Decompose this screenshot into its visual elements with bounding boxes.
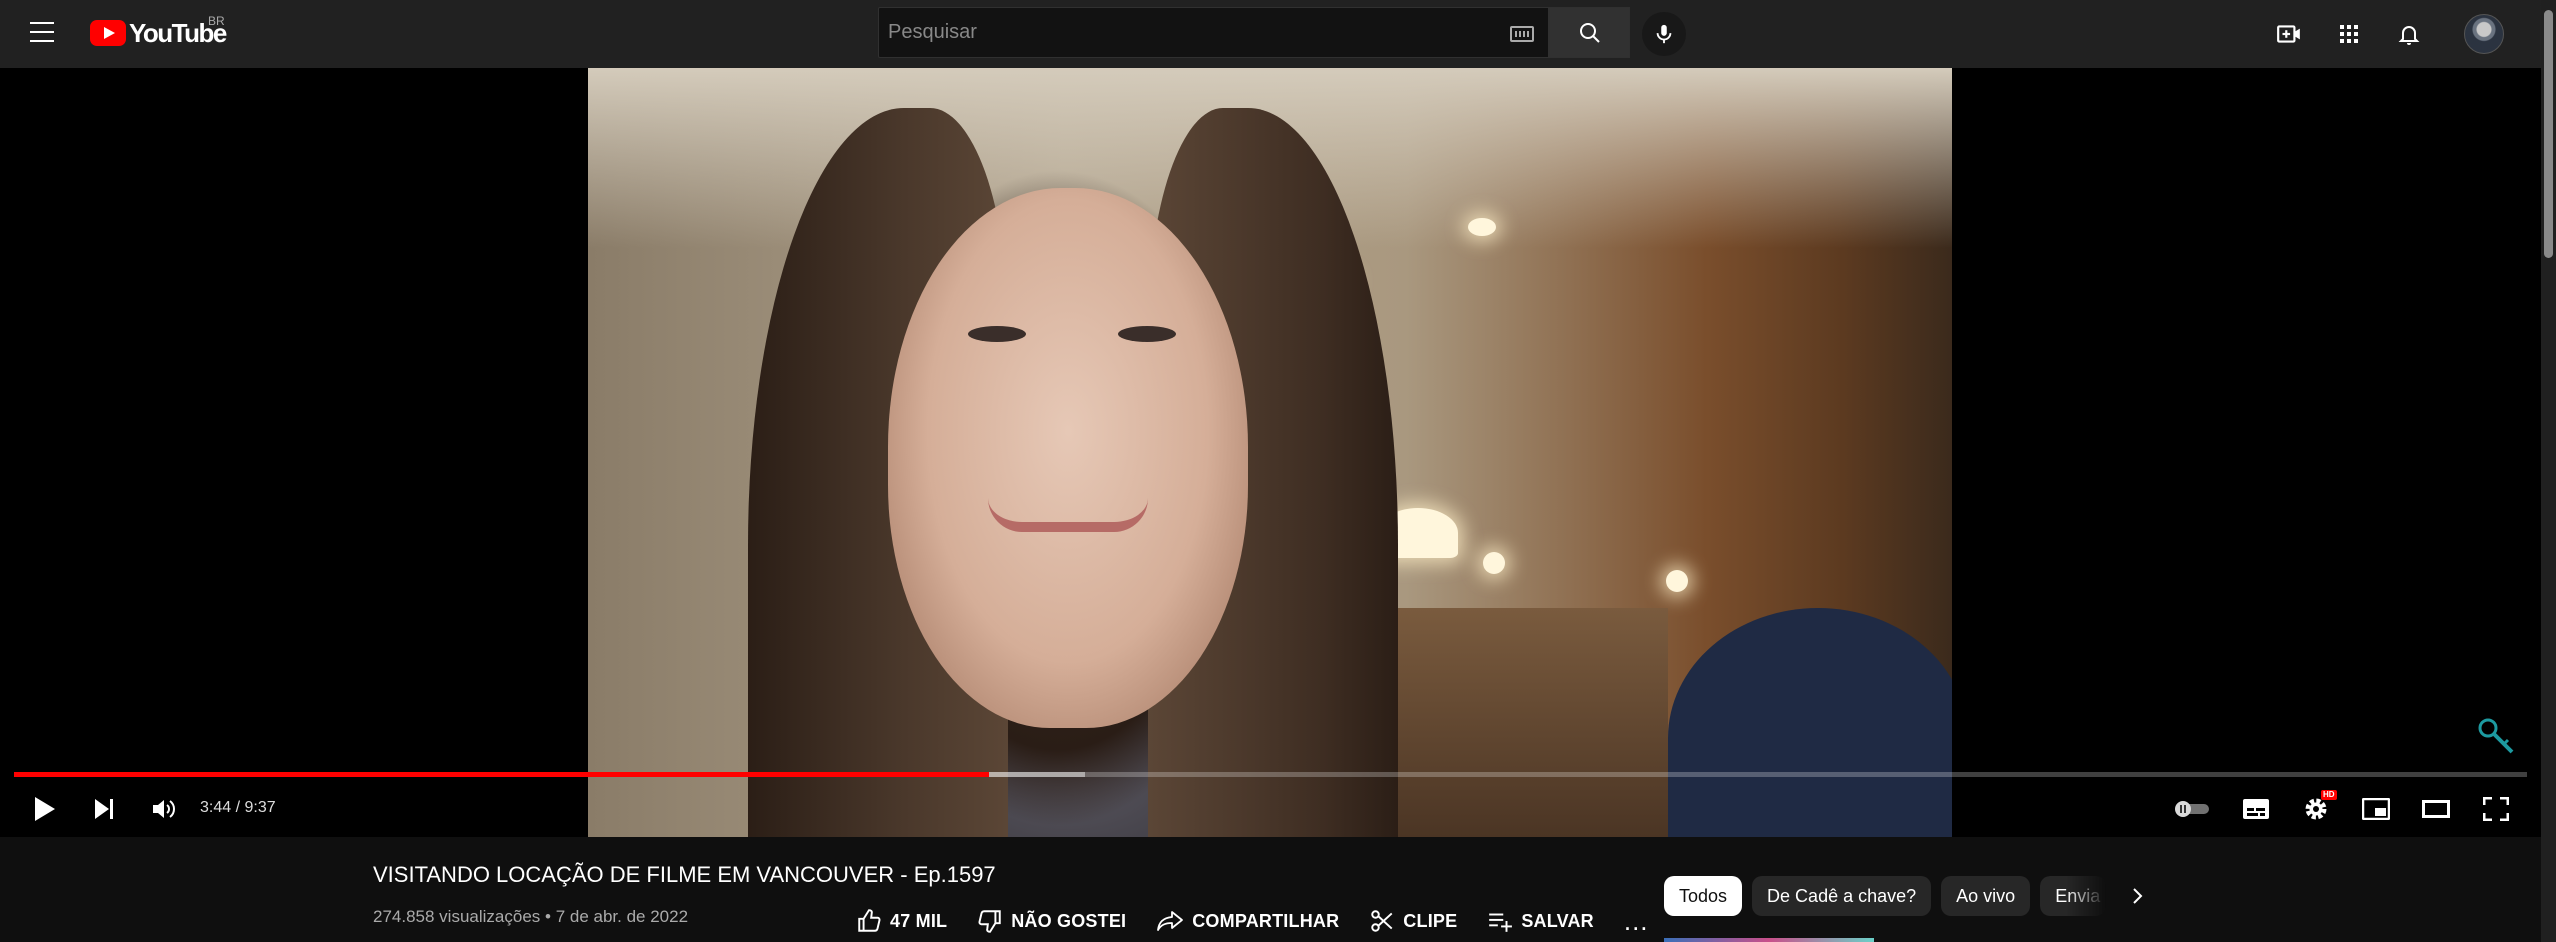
create-button[interactable] xyxy=(2271,16,2307,52)
share-label: COMPARTILHAR xyxy=(1192,910,1340,931)
youtube-logo[interactable]: YouTube xyxy=(90,18,227,48)
current-time: 3:44 xyxy=(200,799,232,816)
dislike-button[interactable]: NÃO GOSTEI xyxy=(977,908,1126,934)
chip-todos[interactable]: Todos xyxy=(1664,876,1743,916)
upload-date: 7 de abr. de 2022 xyxy=(555,907,689,926)
video-title: VISITANDO LOCAÇÃO DE FILME EM VANCOUVER … xyxy=(373,862,996,887)
duration: 9:37 xyxy=(244,799,276,816)
dislike-icon xyxy=(978,910,1001,933)
scene-face xyxy=(888,188,1248,728)
played-bar xyxy=(14,772,990,777)
play-button[interactable] xyxy=(24,789,64,829)
autoplay-toggle[interactable] xyxy=(2168,789,2214,829)
volume-icon xyxy=(153,800,175,818)
video-player[interactable]: 3:44 / 9:37 HD xyxy=(0,68,2541,837)
youtube-play-logo-icon xyxy=(90,20,126,46)
save-label: SALVAR xyxy=(1521,910,1594,931)
clip-button[interactable]: CLIPE xyxy=(1369,908,1457,934)
apps-icon xyxy=(2340,25,2358,43)
notifications-button[interactable] xyxy=(2391,16,2427,52)
chip-de-cade-a-chave[interactable]: De Cadê a chave? xyxy=(1752,876,1932,916)
player-controls: 3:44 / 9:37 HD xyxy=(0,781,2541,837)
video-actions: 47 MIL NÃO GOSTEI COMPARTILHAR CLIPE SAL… xyxy=(856,906,1649,936)
notifications-icon xyxy=(2398,26,2420,45)
scene-smile xyxy=(988,498,1148,532)
search-box xyxy=(878,7,1549,58)
menu-icon[interactable] xyxy=(30,22,58,44)
video-frame[interactable] xyxy=(588,68,1952,837)
voice-search-button[interactable] xyxy=(1642,12,1686,56)
next-button[interactable] xyxy=(84,789,124,829)
mic-icon xyxy=(1656,24,1672,44)
create-icon xyxy=(2277,25,2300,43)
scissors-icon xyxy=(1371,910,1393,932)
time-separator: / xyxy=(231,799,245,816)
scene-eye xyxy=(1118,326,1176,342)
meta-separator: • xyxy=(540,907,556,926)
subtitles-button[interactable] xyxy=(2234,789,2278,829)
theater-mode-button[interactable] xyxy=(2414,789,2458,829)
like-icon xyxy=(858,909,881,932)
progress-bar[interactable] xyxy=(14,772,2527,777)
chip-enviados[interactable]: Envia xyxy=(2040,876,2107,916)
like-button[interactable]: 47 MIL xyxy=(856,908,947,934)
apps-button[interactable] xyxy=(2331,16,2367,52)
miniplayer-button[interactable] xyxy=(2354,789,2398,829)
channel-watermark-icon[interactable] xyxy=(2476,716,2516,756)
fullscreen-button[interactable] xyxy=(2474,789,2518,829)
clip-label: CLIPE xyxy=(1403,910,1458,931)
play-icon xyxy=(35,797,55,821)
fullscreen-icon xyxy=(2483,797,2509,821)
related-filter-chips: Todos De Cadê a chave? Ao vivo Envia xyxy=(1664,876,2134,916)
related-video-thumbnail[interactable] xyxy=(1664,938,1874,942)
share-button[interactable]: COMPARTILHAR xyxy=(1156,909,1339,933)
autoplay-toggle-icon xyxy=(2175,801,2209,817)
dislike-label: NÃO GOSTEI xyxy=(1011,910,1127,931)
chevron-right-icon xyxy=(2133,888,2143,904)
scene-eye xyxy=(968,326,1026,342)
more-actions-button[interactable]: ... xyxy=(1624,908,1649,934)
chip-ao-vivo[interactable]: Ao vivo xyxy=(1941,876,2031,916)
keyboard-icon[interactable] xyxy=(1510,26,1534,42)
chips-next-button[interactable] xyxy=(2122,880,2154,912)
avatar[interactable] xyxy=(2464,14,2504,54)
masthead: YouTube BR xyxy=(0,0,2541,68)
video-meta: 274.858 visualizações • 7 de abr. de 202… xyxy=(373,907,688,927)
settings-button[interactable]: HD xyxy=(2294,789,2338,829)
region-code: BR xyxy=(208,14,225,28)
next-icon xyxy=(95,799,113,819)
playlist-add-icon xyxy=(1489,913,1513,932)
like-count: 47 MIL xyxy=(890,910,948,931)
theater-icon xyxy=(2422,800,2450,818)
mute-button[interactable] xyxy=(144,789,184,829)
search-input[interactable] xyxy=(879,8,1548,57)
scene-light xyxy=(1468,218,1496,236)
search-button[interactable] xyxy=(1549,7,1630,58)
scene-light xyxy=(1483,552,1505,574)
hd-badge: HD xyxy=(2321,790,2337,800)
view-count: 274.858 visualizações xyxy=(373,907,541,926)
miniplayer-icon xyxy=(2362,798,2390,820)
save-button[interactable]: SALVAR xyxy=(1487,908,1594,934)
scene-light xyxy=(1666,570,1688,592)
share-icon xyxy=(1157,911,1184,931)
scrollbar-thumb[interactable] xyxy=(2544,10,2553,258)
time-display: 3:44 / 9:37 xyxy=(200,799,276,817)
subtitles-icon xyxy=(2243,799,2269,819)
search-icon xyxy=(1579,22,1600,43)
